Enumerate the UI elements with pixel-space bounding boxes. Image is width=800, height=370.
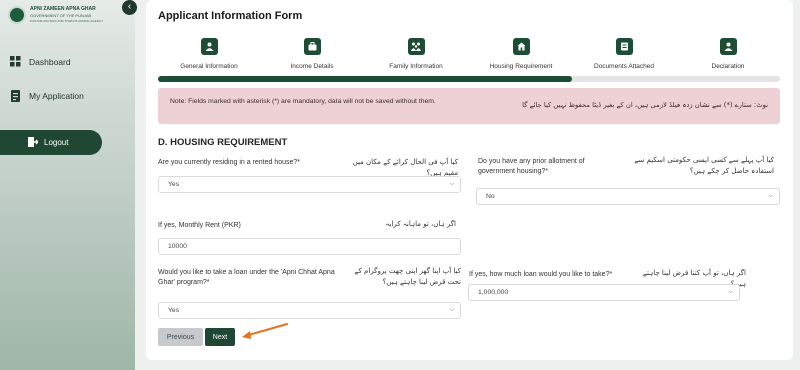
grid-icon xyxy=(10,56,21,67)
prior-allotment-select[interactable]: No ⌵ xyxy=(476,188,780,205)
previous-button[interactable]: Previous xyxy=(158,328,203,346)
step-label: General Information xyxy=(180,63,238,70)
mandatory-fields-note: Note: Fields marked with asterisk (*) ar… xyxy=(158,88,780,124)
brand-government: GOVERNMENT OF THE PUNJAB xyxy=(30,13,92,18)
step-label: Declaration xyxy=(711,63,745,70)
note-text-urdu: نوٹ: ستارے (*) سے نشان زدہ فیلڈ لازمی ہی… xyxy=(522,101,768,109)
loan-amount-value: 1,000,000 xyxy=(478,289,509,296)
person-icon xyxy=(200,38,218,55)
chevron-down-icon: ⌵ xyxy=(768,193,773,199)
step-general-information[interactable]: General Information xyxy=(164,38,254,70)
step-housing-requirement[interactable]: Housing Requirement xyxy=(476,38,566,70)
logo-emblem-icon xyxy=(8,6,26,24)
application-form-card: Applicant Information Form General Infor… xyxy=(146,0,793,360)
section-title: D. HOUSING REQUIREMENT xyxy=(158,137,288,148)
logout-label: Logout xyxy=(44,138,69,147)
progress-bar xyxy=(158,76,780,82)
prior-allotment-value: No xyxy=(486,193,495,200)
person-icon xyxy=(719,38,737,55)
prior-allotment-label: Do you have any prior allotment of gover… xyxy=(478,158,585,175)
monthly-rent-value: 10000 xyxy=(168,243,187,250)
chevron-down-icon: ⌵ xyxy=(449,181,454,187)
rented-house-select[interactable]: Yes ⌵ xyxy=(158,176,461,193)
next-button[interactable]: Next xyxy=(205,328,235,346)
document-icon xyxy=(10,90,21,102)
step-family-information[interactable]: Family Information xyxy=(371,38,461,70)
step-declaration[interactable]: Declaration xyxy=(683,38,773,70)
loan-program-label-urdu: کیا آپ اپنا گھر اپنی چھت پروگرام کے تحت … xyxy=(354,267,461,286)
sidebar-item-label: Dashboard xyxy=(29,56,71,67)
brand-name: APNI ZAMEEN APNA GHAR xyxy=(30,6,96,12)
step-label: Housing Requirement xyxy=(489,63,553,70)
step-label: Income Details xyxy=(290,63,334,70)
monthly-rent-input[interactable]: 10000 xyxy=(158,238,461,255)
step-label: Documents Attached xyxy=(594,63,654,70)
loan-program-label: Would you like to take a loan under the … xyxy=(158,269,335,286)
progress-bar-fill xyxy=(158,76,573,82)
monthly-rent-label-urdu: اگر ہاں، تو ماہانہ کرایہ xyxy=(385,220,456,228)
briefcase-icon xyxy=(303,38,321,55)
annotation-arrow-icon xyxy=(242,323,288,339)
loan-amount-label: If yes, how much loan would you like to … xyxy=(469,271,613,278)
page-title: Applicant Information Form xyxy=(158,10,303,22)
chevron-down-icon: ⌵ xyxy=(728,289,733,295)
step-label: Family Information xyxy=(389,63,443,70)
step-documents-attached[interactable]: Documents Attached xyxy=(579,38,669,70)
step-income-details[interactable]: Income Details xyxy=(267,38,357,70)
rented-house-value: Yes xyxy=(168,181,180,188)
sidebar-item-label: My Application xyxy=(29,91,84,101)
loan-program-value: Yes xyxy=(168,307,180,314)
prior-allotment-label-urdu: کیا آپ پہلے سے کسی ایسی حکومتی اسکیم سے … xyxy=(634,156,774,175)
sidebar-item-dashboard[interactable]: Dashboard xyxy=(10,56,71,67)
sidebar-collapse-button[interactable]: ‹ xyxy=(122,0,137,15)
logout-icon xyxy=(28,136,39,149)
document-icon xyxy=(615,38,633,55)
sidebar-item-my-application[interactable]: My Application xyxy=(10,90,84,102)
logout-button[interactable]: Logout xyxy=(0,130,102,155)
chevron-down-icon: ⌵ xyxy=(449,307,454,313)
loan-amount-select[interactable]: 1,000,000 ⌵ xyxy=(468,284,740,301)
brand-agency: PUNJAB HOUSING AND TOWN PLANNING AGENCY xyxy=(30,19,104,23)
monthly-rent-label: If yes, Monthly Rent (PKR) xyxy=(158,222,241,229)
family-icon xyxy=(407,38,425,55)
home-icon xyxy=(512,38,530,55)
sidebar: APNI ZAMEEN APNA GHAR GOVERNMENT OF THE … xyxy=(0,0,137,370)
brand-logo: APNI ZAMEEN APNA GHAR GOVERNMENT OF THE … xyxy=(8,4,126,26)
note-text-english: Note: Fields marked with asterisk (*) ar… xyxy=(170,98,436,105)
loan-program-select[interactable]: Yes ⌵ xyxy=(158,302,461,319)
rented-house-label: Are you currently residing in a rented h… xyxy=(158,159,301,166)
